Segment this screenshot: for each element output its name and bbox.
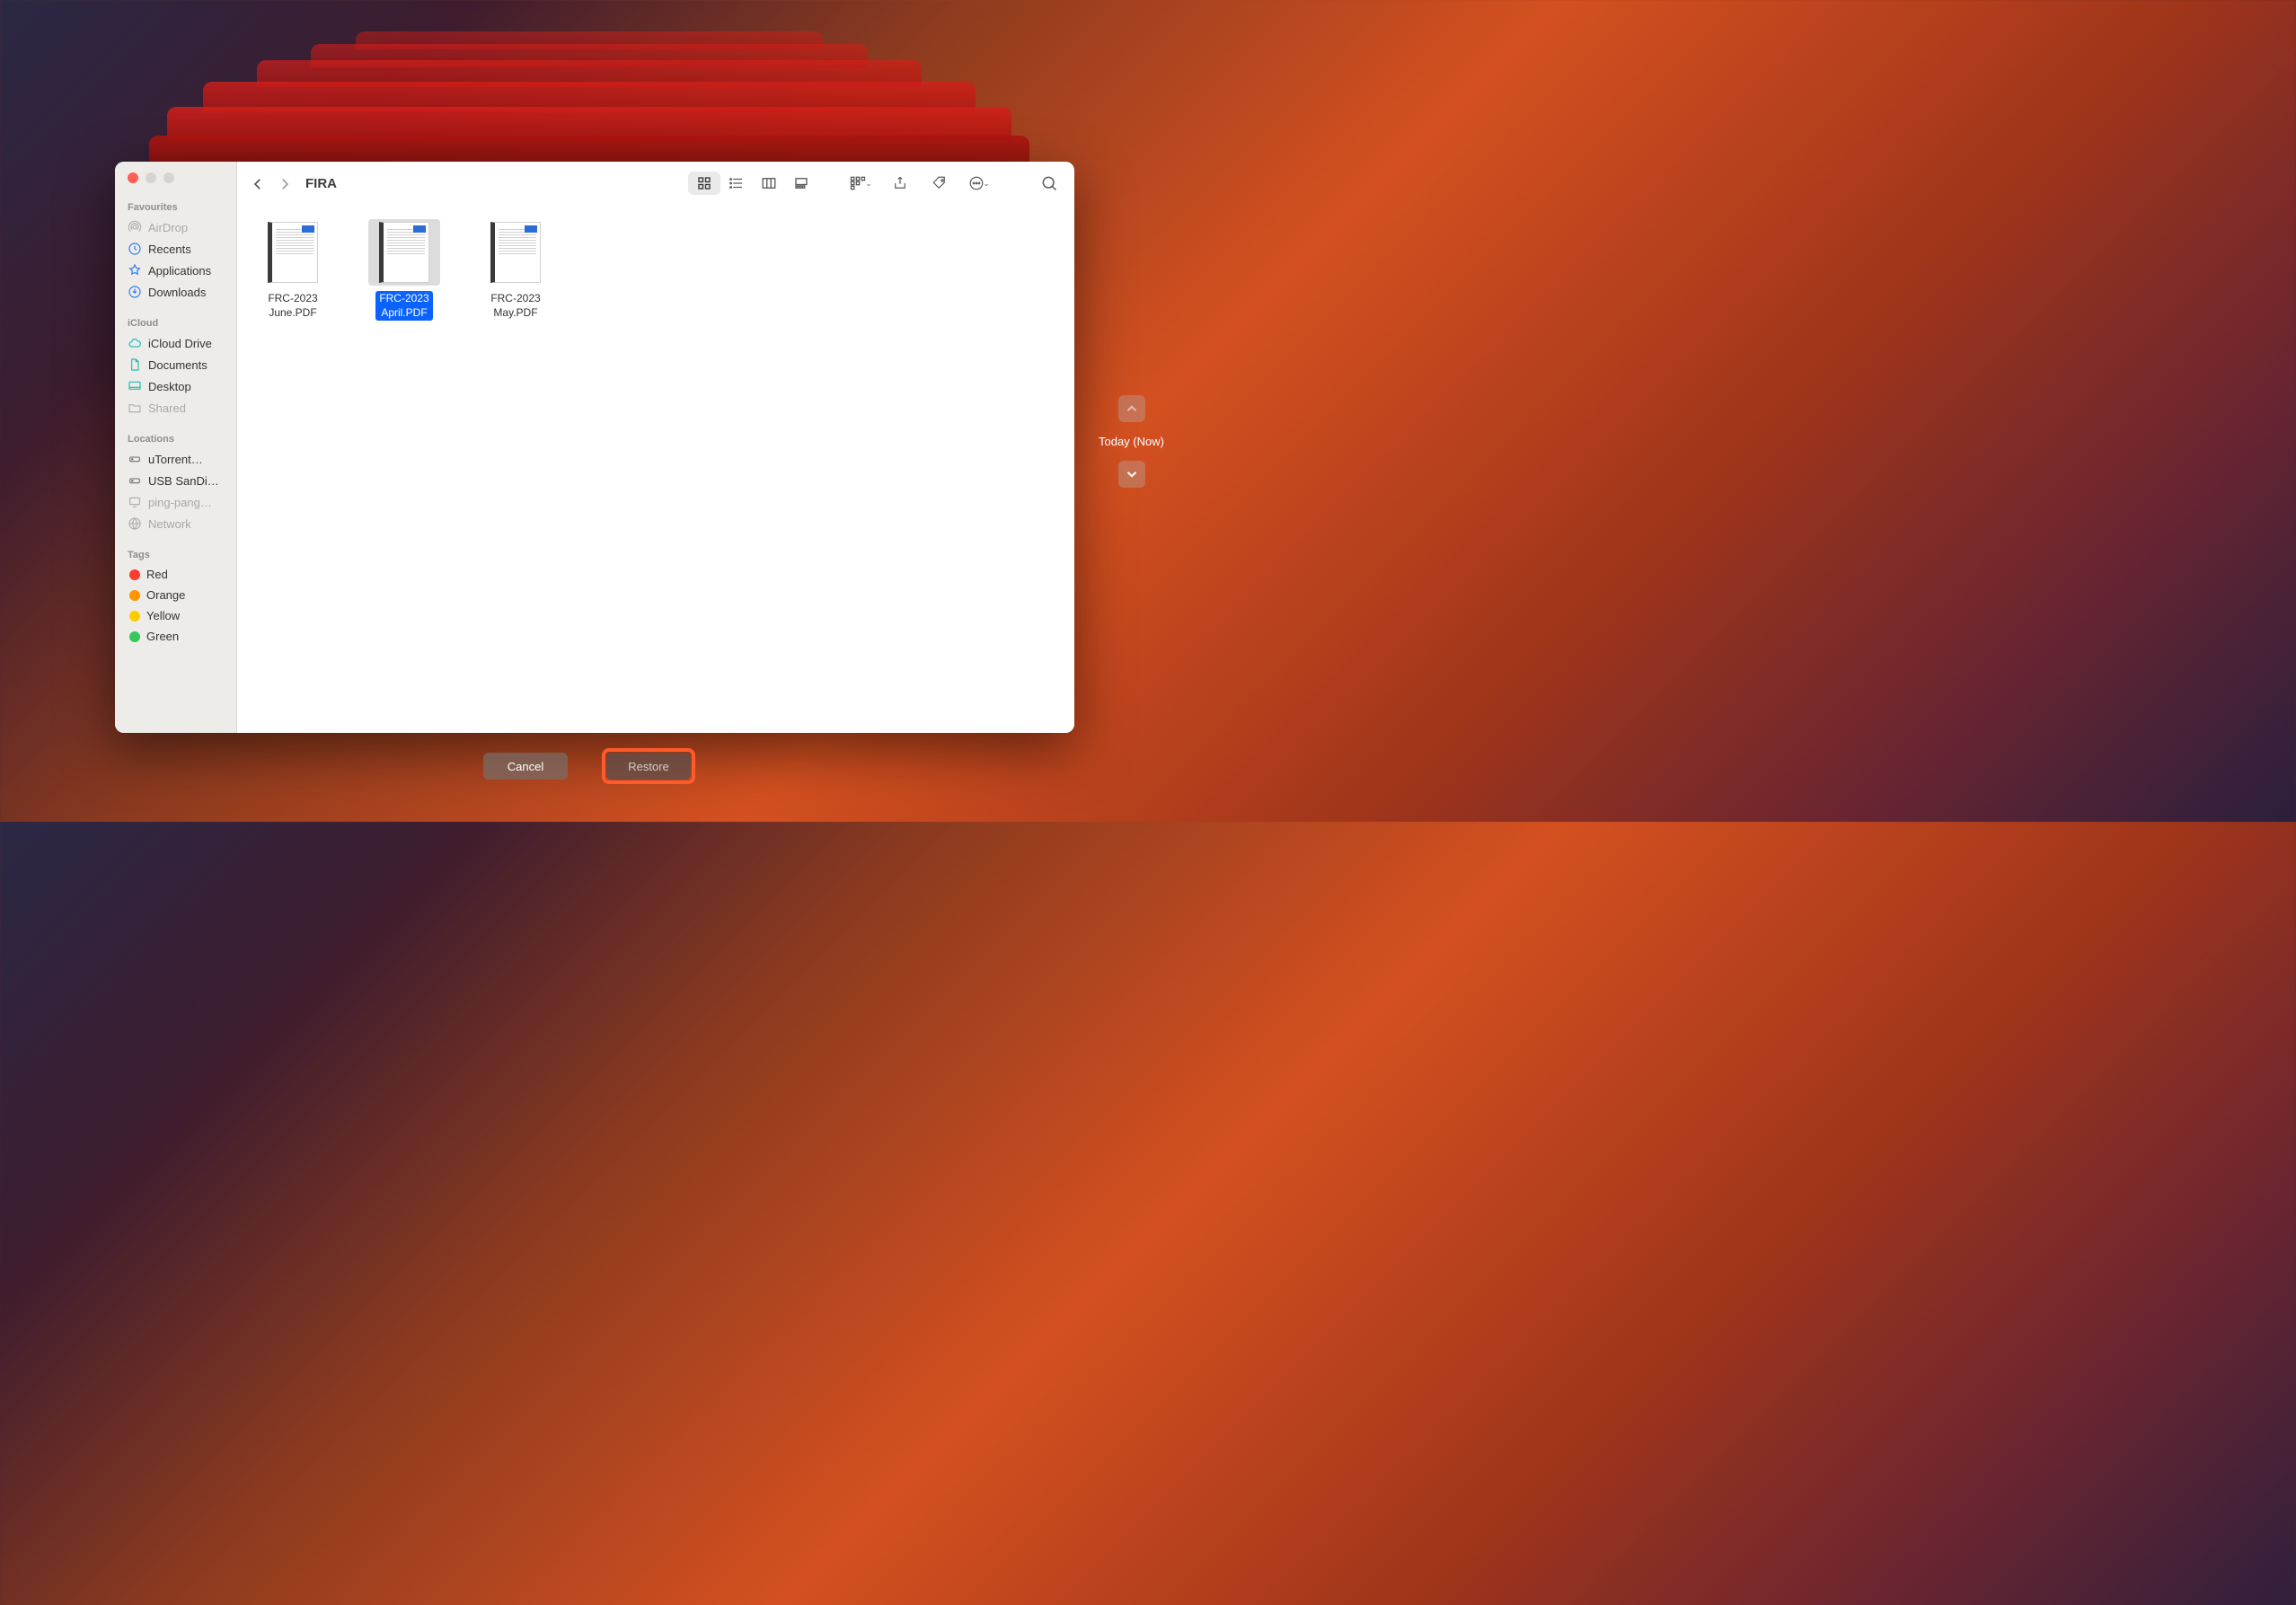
- sidebar-tag-orange[interactable]: Orange: [115, 585, 236, 605]
- cloud-icon: [128, 336, 142, 350]
- sidebar-header: Tags: [115, 547, 236, 564]
- search-button[interactable]: [1037, 172, 1062, 194]
- clock-icon: [128, 242, 142, 256]
- sidebar-item-label: Orange: [146, 588, 185, 602]
- finder-sidebar: Favourites AirDrop Recents Applications …: [115, 162, 237, 733]
- timeline-down-button[interactable]: [1118, 461, 1145, 488]
- file-item-selected[interactable]: FRC-2023April.PDF: [359, 219, 449, 321]
- file-label: FRC-2023May.PDF: [487, 291, 543, 321]
- sidebar-item-icloud-drive[interactable]: iCloud Drive: [115, 332, 236, 354]
- sidebar-tag-red[interactable]: Red: [115, 564, 236, 585]
- sidebar-item-airdrop[interactable]: AirDrop: [115, 216, 236, 238]
- sidebar-tag-yellow[interactable]: Yellow: [115, 605, 236, 626]
- disk-icon: [128, 473, 142, 488]
- view-list-button[interactable]: [720, 172, 753, 195]
- sidebar-item-label: AirDrop: [148, 221, 188, 234]
- restore-button[interactable]: Restore: [606, 753, 691, 780]
- sidebar-header: Locations: [115, 431, 236, 448]
- tags-button[interactable]: [927, 172, 952, 194]
- sidebar-item-label: Network: [148, 517, 191, 531]
- document-icon: [128, 357, 142, 372]
- file-label: FRC-2023June.PDF: [264, 291, 321, 321]
- nav-back-button[interactable]: [250, 176, 264, 190]
- timeline-up-button[interactable]: [1118, 395, 1145, 422]
- finder-toolbar: FIRA ⌄: [237, 162, 1074, 205]
- sidebar-item-label: Documents: [148, 358, 208, 372]
- toolbar-group: ⌄ ⌄: [848, 172, 992, 194]
- sidebar-section-tags: Tags Red Orange Yellow Green: [115, 543, 236, 656]
- nav-forward-button[interactable]: [277, 176, 291, 190]
- disk-icon: [128, 452, 142, 466]
- chevron-down-icon: ⌄: [983, 179, 990, 189]
- file-item[interactable]: FRC-2023May.PDF: [471, 219, 561, 321]
- sidebar-item-downloads[interactable]: Downloads: [115, 281, 236, 303]
- downloads-icon: [128, 285, 142, 299]
- view-mode-toggle: [688, 172, 817, 195]
- sidebar-item-label: Yellow: [146, 609, 180, 622]
- view-icon-button[interactable]: [688, 172, 720, 195]
- bottom-buttons: Cancel Restore: [483, 748, 695, 784]
- chevron-down-icon: ⌄: [865, 179, 872, 189]
- group-by-button[interactable]: ⌄: [848, 172, 873, 194]
- maximize-window-button: [163, 172, 174, 183]
- sidebar-section-favourites: Favourites AirDrop Recents Applications …: [115, 196, 236, 312]
- sidebar-item-ping-pang[interactable]: ping-pang…: [115, 491, 236, 513]
- sidebar-item-label: Green: [146, 630, 179, 643]
- finder-main: FIRA ⌄: [237, 162, 1074, 733]
- minimize-window-button: [146, 172, 156, 183]
- globe-icon: [128, 516, 142, 531]
- sidebar-item-label: Desktop: [148, 380, 191, 393]
- file-label: FRC-2023April.PDF: [375, 291, 432, 321]
- sidebar-item-label: ping-pang…: [148, 496, 212, 509]
- folder-icon: [128, 401, 142, 415]
- sidebar-header: Favourites: [115, 199, 236, 216]
- timeline-timestamp: Today (Now): [1099, 431, 1164, 452]
- file-grid[interactable]: FRC-2023June.PDF FRC-2023April.PDF FRC-2…: [237, 205, 1074, 733]
- close-window-button[interactable]: [128, 172, 138, 183]
- tag-dot-icon: [129, 569, 140, 580]
- desktop-icon: [128, 379, 142, 393]
- sidebar-item-documents[interactable]: Documents: [115, 354, 236, 375]
- sidebar-item-desktop[interactable]: Desktop: [115, 375, 236, 397]
- share-button[interactable]: [887, 172, 913, 194]
- sidebar-header: iCloud: [115, 315, 236, 332]
- tag-dot-icon: [129, 611, 140, 622]
- tag-dot-icon: [129, 631, 140, 642]
- sidebar-item-usb-sandisk[interactable]: USB SanDi…: [115, 470, 236, 491]
- sidebar-item-label: Shared: [148, 401, 186, 415]
- tag-dot-icon: [129, 590, 140, 601]
- sidebar-item-label: Applications: [148, 264, 211, 278]
- file-thumb: [480, 219, 552, 286]
- finder-window: Favourites AirDrop Recents Applications …: [115, 162, 1074, 733]
- timeline-controls: Today (Now): [1099, 395, 1164, 488]
- sidebar-item-utorrent[interactable]: uTorrent…: [115, 448, 236, 470]
- folder-title: FIRA: [305, 176, 337, 191]
- sidebar-item-applications[interactable]: Applications: [115, 260, 236, 281]
- sidebar-item-shared[interactable]: Shared: [115, 397, 236, 419]
- cancel-button[interactable]: Cancel: [483, 753, 568, 780]
- airdrop-icon: [128, 220, 142, 234]
- actions-button[interactable]: ⌄: [967, 172, 992, 194]
- screen-icon: [128, 495, 142, 509]
- window-traffic-lights: [115, 172, 236, 196]
- file-thumb: [368, 219, 440, 286]
- restore-highlight: Restore: [602, 748, 695, 784]
- sidebar-item-label: Red: [146, 568, 168, 581]
- sidebar-item-recents[interactable]: Recents: [115, 238, 236, 260]
- file-item[interactable]: FRC-2023June.PDF: [248, 219, 338, 321]
- view-gallery-button[interactable]: [785, 172, 817, 195]
- applications-icon: [128, 263, 142, 278]
- file-thumb: [257, 219, 329, 286]
- sidebar-item-label: USB SanDi…: [148, 474, 219, 488]
- sidebar-item-label: Downloads: [148, 286, 206, 299]
- nav-arrows: [250, 176, 291, 190]
- sidebar-tag-green[interactable]: Green: [115, 626, 236, 647]
- sidebar-section-icloud: iCloud iCloud Drive Documents Desktop Sh…: [115, 312, 236, 428]
- sidebar-section-locations: Locations uTorrent… USB SanDi… ping-pang…: [115, 428, 236, 543]
- sidebar-item-label: uTorrent…: [148, 453, 203, 466]
- sidebar-item-label: iCloud Drive: [148, 337, 212, 350]
- sidebar-item-network[interactable]: Network: [115, 513, 236, 534]
- sidebar-item-label: Recents: [148, 243, 191, 256]
- view-columns-button[interactable]: [753, 172, 785, 195]
